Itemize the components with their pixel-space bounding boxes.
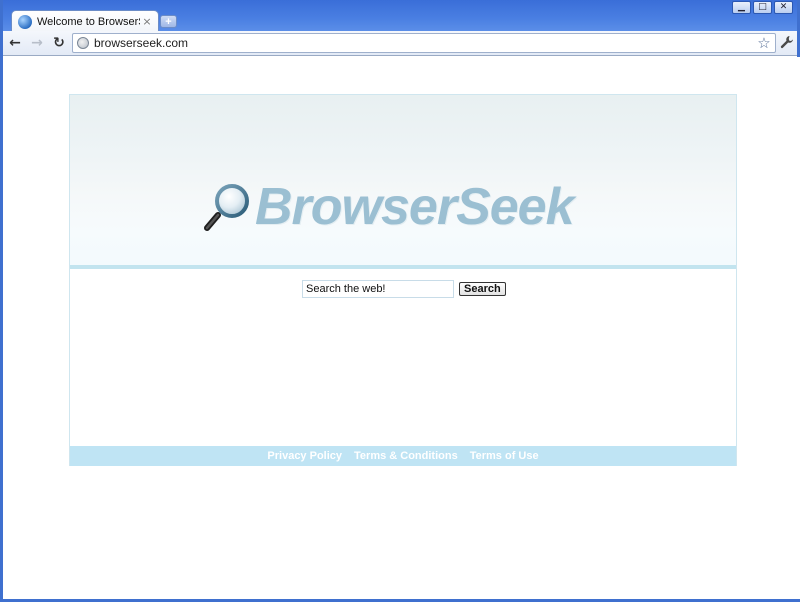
search-input[interactable] <box>302 280 454 298</box>
globe-icon <box>77 37 89 49</box>
browser-tab[interactable]: Welcome to BrowserSeek × <box>11 10 159 32</box>
tab-close-icon[interactable]: × <box>140 15 154 28</box>
reload-icon[interactable]: ↻ <box>51 35 67 51</box>
magnifier-icon <box>203 181 253 233</box>
title-bar: Welcome to BrowserSeek × + ▁ □ ✕ <box>3 0 797 32</box>
address-bar[interactable]: browserseek.com ☆ <box>72 33 776 53</box>
back-arrow-icon[interactable]: ← <box>7 35 23 51</box>
wrench-icon[interactable] <box>780 35 794 53</box>
tab-title: Welcome to BrowserSeek <box>37 15 140 28</box>
terms-of-use-link[interactable]: Terms of Use <box>470 450 539 462</box>
browserseek-logo: BrowserSeek <box>203 177 575 237</box>
browser-window: Welcome to BrowserSeek × + ▁ □ ✕ ← → ↻ b… <box>0 0 800 602</box>
logo-wordmark: BrowserSeek <box>255 178 575 236</box>
search-button[interactable]: Search <box>459 282 506 296</box>
header-divider <box>70 265 736 269</box>
search-form: Search <box>302 280 506 298</box>
address-bar-url[interactable]: browserseek.com <box>94 36 755 50</box>
new-tab-button[interactable]: + <box>160 15 177 28</box>
bookmark-star-icon[interactable]: ☆ <box>755 34 773 52</box>
main-panel: BrowserSeek Search Privacy Policy Terms … <box>69 94 737 466</box>
globe-favicon-icon <box>18 14 32 29</box>
page-content: BrowserSeek Search Privacy Policy Terms … <box>6 57 800 599</box>
minimize-button[interactable]: ▁ <box>732 1 751 14</box>
privacy-policy-link[interactable]: Privacy Policy <box>267 450 342 462</box>
footer-links: Privacy Policy Terms & Conditions Terms … <box>70 446 736 466</box>
terms-conditions-link[interactable]: Terms & Conditions <box>354 450 458 462</box>
window-controls: ▁ □ ✕ <box>732 1 793 14</box>
close-window-button[interactable]: ✕ <box>774 1 793 14</box>
maximize-button[interactable]: □ <box>753 1 772 14</box>
browser-toolbar: ← → ↻ browserseek.com ☆ <box>3 31 797 56</box>
forward-arrow-icon[interactable]: → <box>29 35 45 51</box>
